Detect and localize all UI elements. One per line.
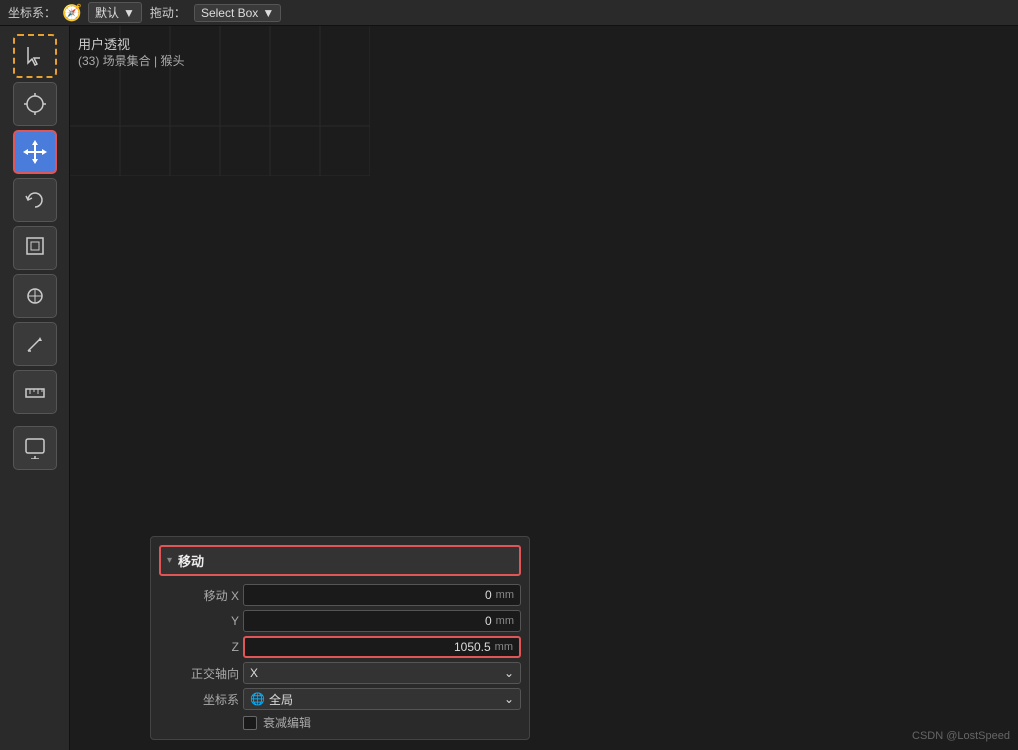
panel-chevron: ▾: [167, 555, 172, 566]
properties-panel: ▾ 移动 移动 X 0 mm Y 0 mm Z 1050.5 mm: [150, 536, 530, 740]
cursor-icon: [24, 93, 46, 115]
orient-dropdown[interactable]: X ⌄: [243, 662, 521, 684]
viewport[interactable]: 用户透视 (33) 场景集合 | 猴头 ▾ 移动 移动 X 0 mm Y 0 m…: [70, 26, 1018, 750]
move-icon: [23, 140, 47, 164]
panel-title: 移动: [178, 551, 204, 570]
move-y-label: Y: [159, 614, 239, 628]
orient-row: 正交轴向 X ⌄: [159, 662, 521, 684]
tool-move[interactable]: [13, 130, 57, 174]
coord-row: 坐标系 🌐 全局 ⌄: [159, 688, 521, 710]
move-x-input[interactable]: 0 mm: [243, 584, 521, 606]
tool-transform[interactable]: [13, 274, 57, 318]
tool-rotate[interactable]: [13, 178, 57, 222]
drag-label: 拖动：: [150, 4, 186, 21]
left-sidebar: [0, 26, 70, 750]
orient-label: 正交轴向: [159, 665, 239, 682]
viewport-subtitle: (33) 场景集合 | 猴头: [78, 52, 184, 69]
rotate-icon: [24, 189, 46, 211]
tool-scale[interactable]: [13, 226, 57, 270]
coord-dropdown[interactable]: 🌐 全局 ⌄: [243, 688, 521, 710]
coordinate-label: 坐标系：: [8, 4, 56, 21]
top-toolbar: 坐标系： 🧭 默认 ▼ 拖动： Select Box ▼: [0, 0, 1018, 26]
add-icon: [24, 437, 46, 459]
move-x-row: 移动 X 0 mm: [159, 584, 521, 606]
ruler-icon: [24, 381, 46, 403]
falloff-label: 衰减编辑: [263, 714, 311, 731]
move-y-input[interactable]: 0 mm: [243, 610, 521, 632]
falloff-checkbox[interactable]: [243, 716, 257, 730]
move-z-label: Z: [159, 640, 239, 654]
coordinate-dropdown[interactable]: 默认 ▼: [88, 2, 142, 23]
select-icon: [24, 45, 46, 67]
transform-icon: [24, 285, 46, 307]
panel-header[interactable]: ▾ 移动: [159, 545, 521, 576]
coord-label: 坐标系: [159, 691, 239, 708]
viewport-title: 用户透视: [78, 34, 130, 53]
move-z-input[interactable]: 1050.5 mm: [243, 636, 521, 658]
coordinate-icon: 🧭: [64, 5, 80, 21]
tool-ruler[interactable]: [13, 370, 57, 414]
move-z-row: Z 1050.5 mm: [159, 636, 521, 658]
tool-add[interactable]: [13, 426, 57, 470]
checkbox-row: 衰减编辑: [243, 714, 521, 731]
move-x-label: 移动 X: [159, 587, 239, 604]
coord-icon: 🌐: [250, 692, 265, 706]
drag-dropdown[interactable]: Select Box ▼: [194, 4, 281, 22]
annotate-icon: [24, 333, 46, 355]
tool-annotate[interactable]: [13, 322, 57, 366]
move-y-row: Y 0 mm: [159, 610, 521, 632]
tool-cursor[interactable]: [13, 82, 57, 126]
tool-select[interactable]: [13, 34, 57, 78]
watermark: CSDN @LostSpeed: [912, 730, 1010, 742]
